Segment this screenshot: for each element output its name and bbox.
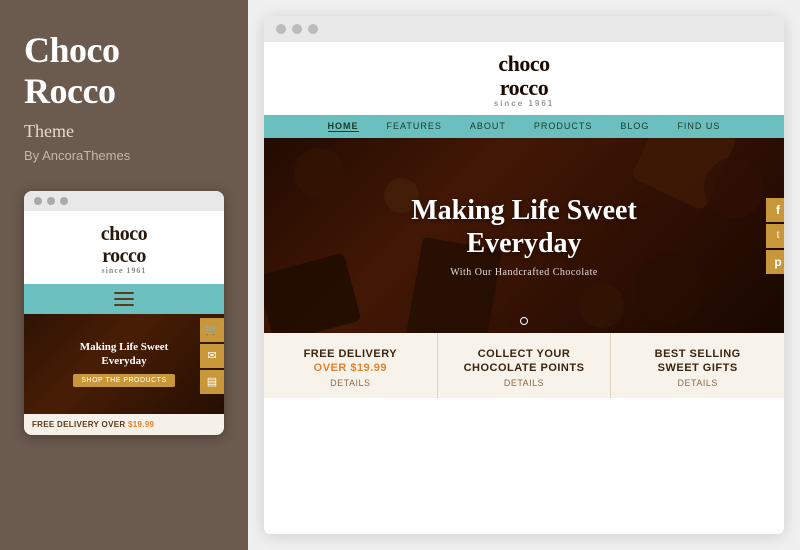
- mobile-dot-1: [34, 197, 42, 205]
- sidebar: Choco Rocco Theme By AncoraThemes choco …: [0, 0, 248, 550]
- hamburger-menu[interactable]: [114, 292, 134, 306]
- twitter-icon[interactable]: t: [766, 224, 784, 248]
- browser-dot-3: [308, 24, 318, 34]
- site-content: choco rocco since 1961 HOME FEATURES ABO…: [264, 42, 784, 534]
- mobile-dot-3: [60, 197, 68, 205]
- feature-points-details[interactable]: Details: [448, 378, 601, 388]
- feature-delivery-details[interactable]: Details: [274, 378, 427, 388]
- nav-home[interactable]: HOME: [328, 121, 359, 132]
- nav-products[interactable]: PRODUCTS: [534, 121, 593, 132]
- site-header: choco rocco since 1961: [264, 42, 784, 115]
- hamburger-line-3: [114, 304, 134, 306]
- mobile-browser-bar: [24, 191, 224, 211]
- hero-title: Making Life Sweet Everyday: [411, 194, 637, 261]
- pinterest-icon[interactable]: p: [766, 250, 784, 274]
- mobile-bottom-bar: FREE DELIVERY OVER $19.99: [24, 414, 224, 435]
- mobile-side-icons: 🛒 ✉ ▤: [200, 314, 224, 414]
- hamburger-line-2: [114, 298, 134, 300]
- hamburger-line-1: [114, 292, 134, 294]
- mobile-nav-bar: [24, 284, 224, 314]
- hero-dot-indicator[interactable]: [520, 317, 528, 325]
- feature-points-title: COLLECT YOURCHOCOLATE POINTS: [448, 347, 601, 376]
- side-social-icons: f t p: [766, 198, 784, 274]
- feature-gifts-details[interactable]: Details: [621, 378, 774, 388]
- theme-author: By AncoraThemes: [24, 148, 224, 163]
- nav-blog[interactable]: BLOG: [620, 121, 649, 132]
- browser-dot-1: [276, 24, 286, 34]
- feature-gifts: BEST SELLINGSWEET GIFTS Details: [611, 333, 784, 398]
- main-area: choco rocco since 1961 HOME FEATURES ABO…: [248, 0, 800, 550]
- hero-text: Making Life Sweet Everyday With Our Hand…: [411, 194, 637, 278]
- site-nav: HOME FEATURES ABOUT PRODUCTS BLOG FIND U…: [264, 115, 784, 138]
- site-logo: choco rocco since 1961: [264, 52, 784, 109]
- feature-gifts-title: BEST SELLINGSWEET GIFTS: [621, 347, 774, 376]
- feature-points: COLLECT YOURCHOCOLATE POINTS Details: [438, 333, 612, 398]
- mobile-hero-title: Making Life Sweet Everyday: [73, 340, 174, 369]
- theme-subtitle: Theme: [24, 121, 224, 142]
- mobile-cart-icon[interactable]: 🛒: [200, 318, 224, 342]
- nav-about[interactable]: ABOUT: [470, 121, 506, 132]
- browser-chrome: [264, 16, 784, 42]
- hero-subtitle: With Our Handcrafted Chocolate: [411, 267, 637, 278]
- browser-dot-2: [292, 24, 302, 34]
- mobile-user-icon[interactable]: ✉: [200, 344, 224, 368]
- mobile-logo: choco rocco since 1961: [34, 223, 214, 276]
- mobile-shop-button[interactable]: SHOP THE PRODUCTS: [73, 374, 174, 387]
- feature-delivery-title: FREE DELIVERYOVER $19.99: [274, 347, 427, 376]
- browser-window: choco rocco since 1961 HOME FEATURES ABO…: [264, 16, 784, 534]
- mobile-hero: Making Life Sweet Everyday SHOP THE PROD…: [24, 314, 224, 414]
- feature-delivery: FREE DELIVERYOVER $19.99 Details: [264, 333, 438, 398]
- mobile-search-icon[interactable]: ▤: [200, 370, 224, 394]
- nav-features[interactable]: FEATURES: [387, 121, 442, 132]
- mobile-dot-2: [47, 197, 55, 205]
- mobile-hero-text: Making Life Sweet Everyday SHOP THE PROD…: [73, 340, 174, 388]
- nav-findus[interactable]: FIND US: [677, 121, 720, 132]
- site-hero: Making Life Sweet Everyday With Our Hand…: [264, 138, 784, 333]
- feature-strip: FREE DELIVERYOVER $19.99 Details COLLECT…: [264, 333, 784, 398]
- mobile-preview: choco rocco since 1961 Making Life Sweet…: [24, 191, 224, 435]
- theme-title: Choco Rocco: [24, 30, 224, 113]
- facebook-icon[interactable]: f: [766, 198, 784, 222]
- mobile-logo-area: choco rocco since 1961: [24, 211, 224, 284]
